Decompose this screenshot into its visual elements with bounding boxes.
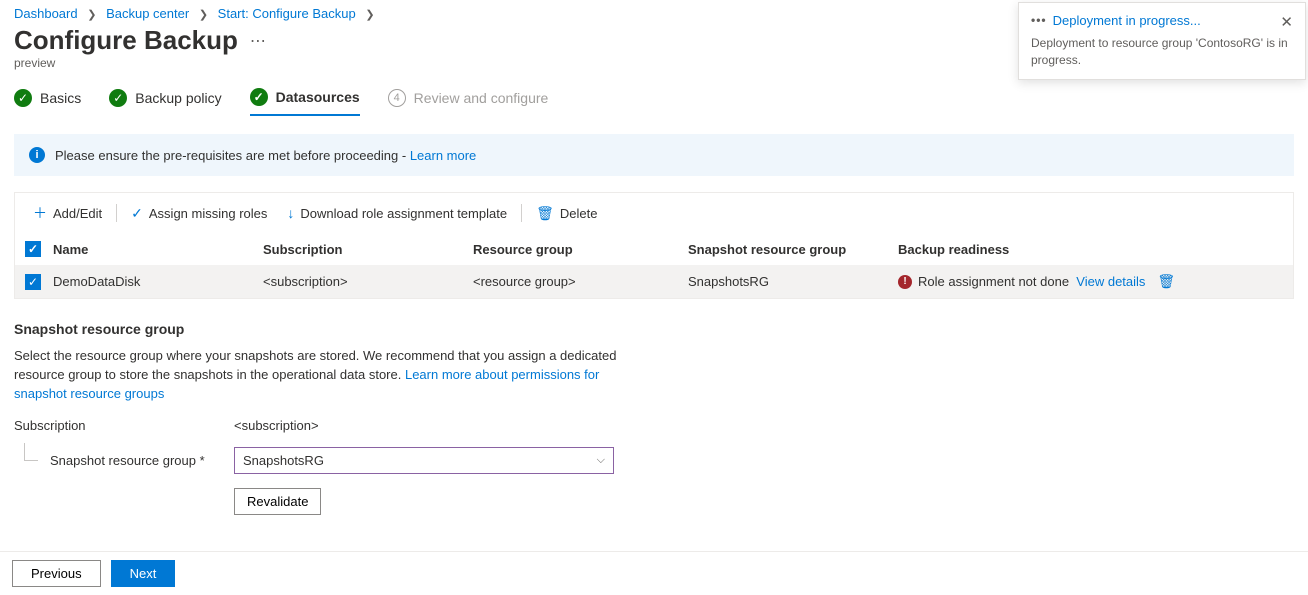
toast-body-text: Deployment to resource group 'ContosoRG'… bbox=[1031, 35, 1293, 69]
cell-name: DemoDataDisk bbox=[53, 274, 263, 289]
page-title: Configure Backup bbox=[14, 25, 238, 56]
next-button[interactable]: Next bbox=[111, 560, 176, 587]
close-icon[interactable]: ✕ bbox=[1280, 13, 1293, 31]
col-header-resource-group[interactable]: Resource group bbox=[473, 242, 688, 257]
snapshot-rg-selected-value: SnapshotsRG bbox=[243, 453, 324, 468]
snapshot-rg-label: Snapshot resource group * bbox=[14, 453, 234, 468]
plus-icon: ＋ bbox=[33, 203, 47, 223]
check-icon: ✓ bbox=[14, 89, 32, 107]
step-review: 4 Review and configure bbox=[388, 85, 549, 115]
previous-button[interactable]: Previous bbox=[12, 560, 101, 587]
table-header-row: ✓ Name Subscription Resource group Snaps… bbox=[15, 233, 1293, 265]
download-template-label: Download role assignment template bbox=[300, 206, 507, 221]
tree-connector-icon bbox=[24, 443, 38, 461]
delete-label: Delete bbox=[560, 206, 598, 221]
wizard-footer: Previous Next bbox=[0, 551, 1308, 595]
more-icon[interactable]: ⋯ bbox=[250, 31, 267, 51]
col-header-subscription[interactable]: Subscription bbox=[263, 242, 473, 257]
row-delete-icon[interactable]: 🗑 bbox=[1157, 273, 1175, 290]
step-datasources-label: Datasources bbox=[276, 89, 360, 105]
chevron-right-icon: ❯ bbox=[87, 9, 96, 21]
datasources-table: ✓ Name Subscription Resource group Snaps… bbox=[14, 233, 1294, 299]
subscription-value: <subscription> bbox=[234, 418, 319, 433]
info-icon: i bbox=[29, 147, 45, 163]
add-edit-button[interactable]: ＋ Add/Edit bbox=[23, 199, 112, 227]
wizard-stepper: ✓ Basics ✓ Backup policy ✓ Datasources 4… bbox=[0, 84, 1308, 116]
deployment-toast: ••• Deployment in progress... ✕ Deployme… bbox=[1018, 2, 1306, 80]
col-header-snapshot-rg[interactable]: Snapshot resource group bbox=[688, 242, 898, 257]
command-bar: ＋ Add/Edit ✓ Assign missing roles ↓ Down… bbox=[14, 192, 1294, 233]
download-icon: ↓ bbox=[287, 205, 294, 221]
info-text: Please ensure the pre-requisites are met… bbox=[55, 148, 410, 163]
breadcrumb-start-configure[interactable]: Start: Configure Backup bbox=[218, 6, 356, 21]
snapshot-rg-label-text: Snapshot resource group * bbox=[50, 453, 205, 468]
step-datasources[interactable]: ✓ Datasources bbox=[250, 84, 360, 116]
table-row[interactable]: ✓ DemoDataDisk <subscription> <resource … bbox=[15, 265, 1293, 298]
check-icon: ✓ bbox=[109, 89, 127, 107]
snapshot-rg-select[interactable]: SnapshotsRG ⌵ bbox=[234, 447, 614, 474]
separator bbox=[521, 204, 522, 222]
view-details-link[interactable]: View details bbox=[1076, 274, 1145, 289]
step-backup-policy[interactable]: ✓ Backup policy bbox=[109, 85, 221, 115]
progress-icon: ••• bbox=[1031, 13, 1047, 27]
cell-snapshot-rg: SnapshotsRG bbox=[688, 274, 898, 289]
step-basics-label: Basics bbox=[40, 90, 81, 106]
toast-title-link[interactable]: Deployment in progress... bbox=[1053, 13, 1273, 28]
subscription-label: Subscription bbox=[14, 418, 234, 433]
cell-subscription: <subscription> bbox=[263, 274, 473, 289]
breadcrumb-dashboard[interactable]: Dashboard bbox=[14, 6, 78, 21]
step-backup-policy-label: Backup policy bbox=[135, 90, 221, 106]
prerequisites-info: i Please ensure the pre-requisites are m… bbox=[14, 134, 1294, 176]
separator bbox=[116, 204, 117, 222]
col-header-name[interactable]: Name bbox=[53, 242, 263, 257]
snapshot-rg-section: Snapshot resource group Select the resou… bbox=[14, 321, 1294, 515]
error-icon: ! bbox=[898, 275, 912, 289]
breadcrumb-backup-center[interactable]: Backup center bbox=[106, 6, 189, 21]
col-header-readiness[interactable]: Backup readiness bbox=[898, 242, 1283, 257]
row-checkbox[interactable]: ✓ bbox=[25, 274, 41, 290]
assign-roles-button[interactable]: ✓ Assign missing roles bbox=[121, 201, 277, 226]
add-edit-label: Add/Edit bbox=[53, 206, 102, 221]
check-icon: ✓ bbox=[131, 205, 143, 222]
assign-roles-label: Assign missing roles bbox=[149, 206, 268, 221]
select-all-checkbox[interactable]: ✓ bbox=[25, 241, 41, 257]
step-number-icon: 4 bbox=[388, 89, 406, 107]
step-basics[interactable]: ✓ Basics bbox=[14, 85, 81, 115]
download-template-button[interactable]: ↓ Download role assignment template bbox=[277, 201, 517, 225]
section-heading: Snapshot resource group bbox=[14, 321, 1294, 337]
trash-icon: 🗑 bbox=[536, 205, 554, 222]
chevron-right-icon: ❯ bbox=[199, 9, 208, 21]
revalidate-button[interactable]: Revalidate bbox=[234, 488, 321, 515]
info-learn-more-link[interactable]: Learn more bbox=[410, 148, 476, 163]
delete-button[interactable]: 🗑 Delete bbox=[526, 201, 607, 226]
cell-readiness-text: Role assignment not done bbox=[918, 274, 1069, 289]
step-review-label: Review and configure bbox=[414, 90, 549, 106]
cell-resource-group: <resource group> bbox=[473, 274, 688, 289]
check-icon: ✓ bbox=[250, 88, 268, 106]
chevron-down-icon: ⌵ bbox=[597, 454, 605, 467]
chevron-right-icon: ❯ bbox=[365, 9, 374, 21]
